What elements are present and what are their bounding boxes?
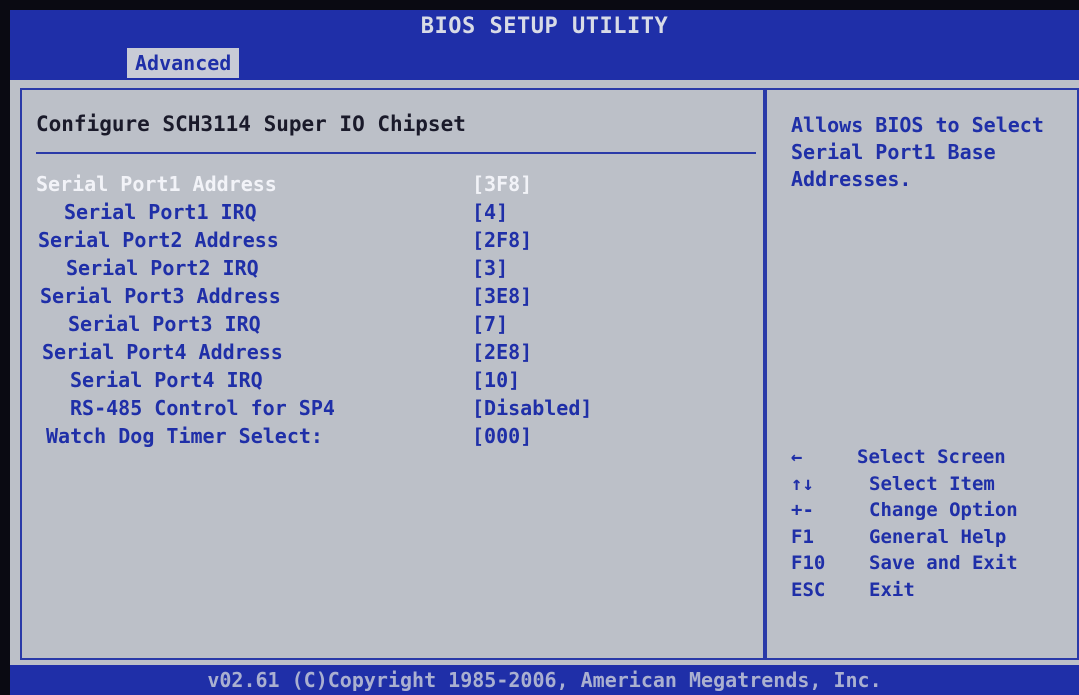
setting-label: Watch Dog Timer Select:: [46, 424, 323, 448]
setting-serial-port3-address[interactable]: Serial Port3 Address [3E8]: [22, 282, 762, 310]
settings-panel: Configure SCH3114 Super IO Chipset Seria…: [20, 88, 765, 660]
up-down-arrow-icon: ↑↓: [791, 472, 814, 495]
key-legend-item: +- Change Option: [791, 497, 1079, 524]
key-legend-item: ESC Exit: [791, 577, 1079, 604]
key-description: Save and Exit: [869, 552, 1018, 574]
setting-value[interactable]: [Disabled]: [472, 394, 592, 422]
setting-label: Serial Port1 Address: [36, 172, 277, 196]
key-legend-item: F10 Save and Exit: [791, 550, 1079, 577]
setting-label: Serial Port4 Address: [42, 340, 283, 364]
setting-label: Serial Port2 IRQ: [66, 256, 259, 280]
key-label: F1: [791, 525, 814, 548]
window-title: BIOS SETUP UTILITY: [420, 14, 669, 39]
setting-value[interactable]: [4]: [472, 198, 508, 226]
tab-advanced[interactable]: Advanced: [127, 48, 240, 78]
setting-value[interactable]: [3E8]: [472, 282, 532, 310]
setting-value[interactable]: [2F8]: [472, 226, 532, 254]
setting-rs485-control[interactable]: RS-485 Control for SP4 [Disabled]: [22, 394, 762, 422]
setting-value[interactable]: [3]: [472, 254, 508, 282]
setting-label: Serial Port3 IRQ: [68, 312, 261, 336]
setting-serial-port2-address[interactable]: Serial Port2 Address [2F8]: [22, 226, 762, 254]
key-legend: ← Select Screen ↑↓ Select Item +- Change…: [791, 444, 1079, 603]
key-description: General Help: [869, 525, 1007, 548]
main-area: Configure SCH3114 Super IO Chipset Seria…: [10, 80, 1079, 665]
key-description: Exit: [869, 578, 915, 601]
help-text: Allows BIOS to Select Serial Port1 Base …: [791, 113, 1044, 191]
setting-value[interactable]: [2E8]: [472, 338, 532, 366]
key-description: Select Item: [869, 472, 995, 495]
key-description: Change Option: [869, 499, 1018, 521]
key-legend-item: ← Select Screen: [791, 444, 1079, 471]
setting-serial-port1-irq[interactable]: Serial Port1 IRQ [4]: [22, 198, 762, 226]
key-label: +-: [791, 499, 814, 521]
key-legend-item: ↑↓ Select Item: [791, 471, 1079, 498]
key-description: Select Screen: [857, 446, 1006, 468]
setting-serial-port4-irq[interactable]: Serial Port4 IRQ [10]: [22, 366, 762, 394]
section-title: Configure SCH3114 Super IO Chipset: [36, 112, 466, 136]
setting-serial-port2-irq[interactable]: Serial Port2 IRQ [3]: [22, 254, 762, 282]
help-panel: Allows BIOS to Select Serial Port1 Base …: [765, 88, 1079, 660]
section-divider: [36, 152, 756, 154]
setting-label: RS-485 Control for SP4: [70, 396, 335, 420]
setting-serial-port1-address[interactable]: Serial Port1 Address [3F8]: [22, 170, 762, 198]
setting-value[interactable]: [000]: [472, 422, 532, 450]
bios-screen: BIOS SETUP UTILITY Advanced Configure SC…: [0, 0, 1079, 695]
setting-watch-dog-timer[interactable]: Watch Dog Timer Select: [000]: [22, 422, 762, 450]
setting-label: Serial Port3 Address: [40, 284, 281, 308]
setting-label: Serial Port2 Address: [38, 228, 279, 252]
setting-value[interactable]: [3F8]: [472, 170, 532, 198]
key-label: ESC: [791, 578, 826, 601]
title-bar: BIOS SETUP UTILITY: [10, 10, 1079, 44]
setting-value[interactable]: [10]: [472, 366, 520, 394]
key-label: F10: [791, 552, 826, 574]
left-arrow-icon: ←: [791, 446, 803, 468]
setting-label: Serial Port4 IRQ: [70, 368, 263, 392]
key-legend-item: F1 General Help: [791, 524, 1079, 551]
footer-copyright: v02.61 (C)Copyright 1985-2006, American …: [10, 665, 1079, 695]
settings-list: Serial Port1 Address [3F8] Serial Port1 …: [22, 170, 762, 450]
setting-serial-port4-address[interactable]: Serial Port4 Address [2E8]: [22, 338, 762, 366]
setting-serial-port3-irq[interactable]: Serial Port3 IRQ [7]: [22, 310, 762, 338]
setting-value[interactable]: [7]: [472, 310, 508, 338]
setting-label: Serial Port1 IRQ: [64, 200, 257, 224]
tab-bar: Advanced: [10, 44, 1079, 80]
